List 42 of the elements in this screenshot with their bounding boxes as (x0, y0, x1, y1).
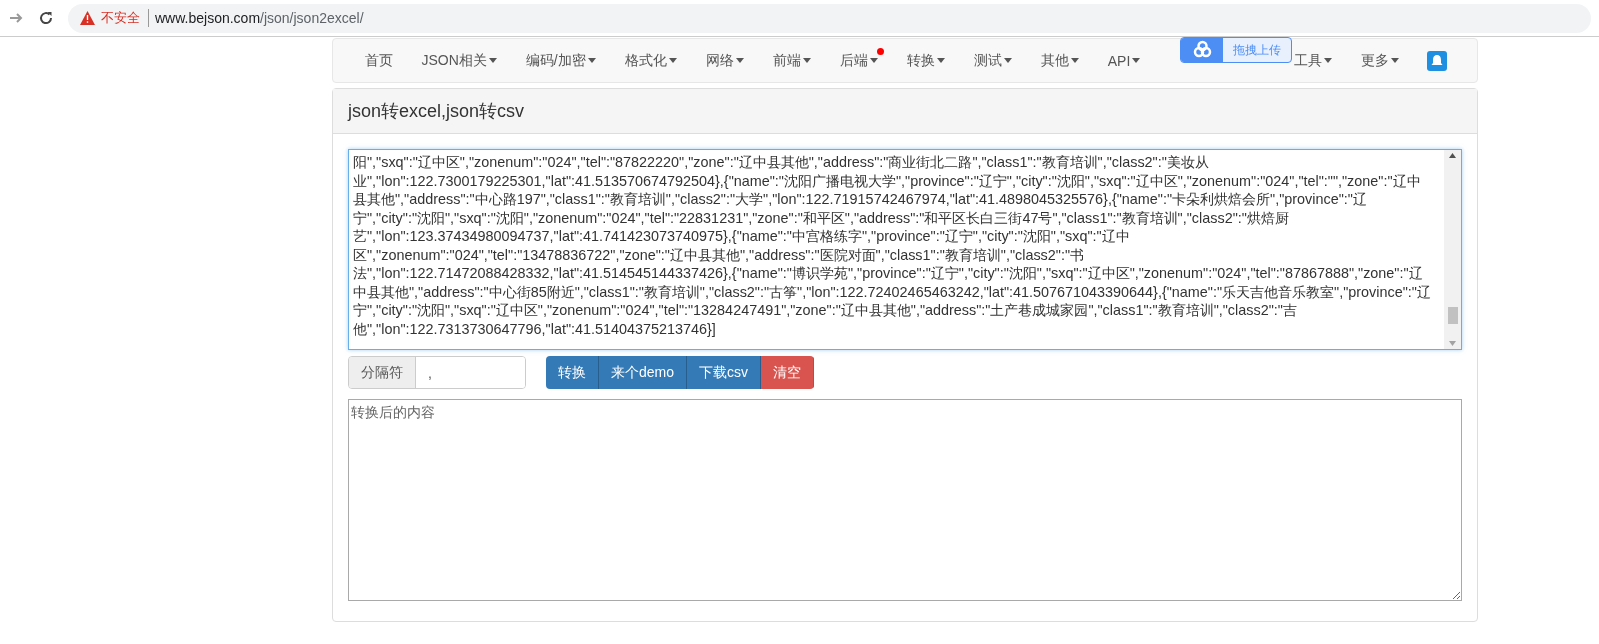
json-text-line: 艺","lon":123.37434980094737,"lat":41.741423073740975},{"name":"中宫格练字","province":"辽宁","city":"沈阳","sxq":"辽中 (353, 227, 1131, 246)
nav-menu-item[interactable]: 编码/加密 (511, 39, 611, 82)
action-button[interactable]: 转换 (546, 356, 599, 389)
scrollbar[interactable] (1444, 150, 1461, 349)
scrollbar-thumb[interactable] (1447, 307, 1458, 324)
warning-icon (80, 11, 95, 25)
json-text-line: 区","zonenum":"024","tel":"13478836722","zone":"辽中县其他","address":"医院对面","class1":"教育培训","class2":"书 (353, 245, 1085, 264)
nav-menu-item[interactable]: 后端 (825, 39, 893, 82)
action-button[interactable]: 下载csv (687, 356, 762, 389)
nav-menu-item[interactable]: 测试 (959, 39, 1027, 82)
clear-button[interactable]: 清空 (761, 356, 815, 389)
nav-menu-item[interactable]: JSON相关 (407, 39, 512, 82)
json-text-line: 中县其他","address":"中心街85附近","class1":"教育培训","class2":"古筝","lon":122.72402465463242,"lat":41.507671043390644},{"name":"乐天吉他音乐教室","province":"辽 (353, 282, 1432, 301)
nav-menu-item[interactable]: 前端 (758, 39, 826, 82)
nav-menu-item[interactable]: 首页 (350, 39, 407, 82)
output-field[interactable]: 转换后的内容 (348, 399, 1462, 601)
nav-menu-item[interactable]: 工具 (1293, 39, 1347, 82)
nav-menu-item[interactable]: API (1093, 39, 1155, 82)
json-text-line: 宁","city":"沈阳","sxq":"沈阳","zonenum":"024","tel":"22831231","zone":"和平区","address":"和平区长白三街47号","class1":"教育培训","class2":"烘焙厨 (353, 208, 1290, 227)
url-path: /json/json2excel/ (260, 10, 364, 26)
separator-label: 分隔符 (349, 357, 416, 388)
address-bar[interactable]: 不安全 www.bejson.com/json/json2excel/ (68, 3, 1591, 33)
json-text-line: 县其他","address":"中心路197","class1":"教育培训","class2":"大学","lon":122.71915742467974,"lat":41.4898045325576},{"name":"卡朵利烘焙会所","province":"辽 (353, 190, 1368, 209)
security-label: 不安全 (101, 9, 149, 27)
nav-menu-item[interactable]: 更多 (1346, 39, 1414, 82)
nav-menu-item[interactable]: 网络 (691, 39, 759, 82)
scroll-up-icon[interactable] (1449, 153, 1456, 158)
panel-title: json转excel,json转csv (348, 100, 525, 123)
reload-icon[interactable] (38, 10, 54, 26)
json-text-line: 阳","sxq":"辽中区","zonenum":"024","tel":"87822220","zone":"辽中县其他","address":"商业街北二路","class1":"教育培训","class2":"美妆从 (353, 153, 1210, 172)
nav-menu-item[interactable]: 其他 (1026, 39, 1094, 82)
scroll-down-icon[interactable] (1449, 341, 1456, 346)
json-input-field[interactable] (348, 149, 1462, 350)
separator-field[interactable]: 分隔符 , (348, 356, 526, 389)
json-text-line: 他","lon":122.7313730647796,"lat":41.51404375213746}] (353, 319, 717, 338)
nav-menu-item[interactable]: 格式化 (610, 39, 692, 82)
url-host: www.bejson.com (155, 10, 261, 26)
nav-menu-item[interactable]: 转换 (892, 39, 960, 82)
json-text-line: 宁","city":"沈阳","sxq":"辽中区","zonenum":"024","tel":"13284247491","zone":"辽中县其他","address":"土产巷成城家园","class1":"教育培训","class2":"吉 (353, 301, 1298, 320)
action-button[interactable]: 来个demo (599, 356, 688, 389)
json-text-line: 业","lon":122.7300179225301,"lat":41.513570674792504},{"name":"沈阳广播电视大学","province":"辽宁","city":"沈阳","sxq":"辽中区","zonenum":"024","tel":"","zone":"辽中 (353, 171, 1422, 190)
json-text-line: 法","lon":122.71472088428332,"lat":41.514545144337426},{"name":"博识学苑","province":"辽宁","city":"沈阳","sxq":"辽中区","zonenum":"024","tel":"87867888","zone":"辽 (353, 264, 1424, 283)
